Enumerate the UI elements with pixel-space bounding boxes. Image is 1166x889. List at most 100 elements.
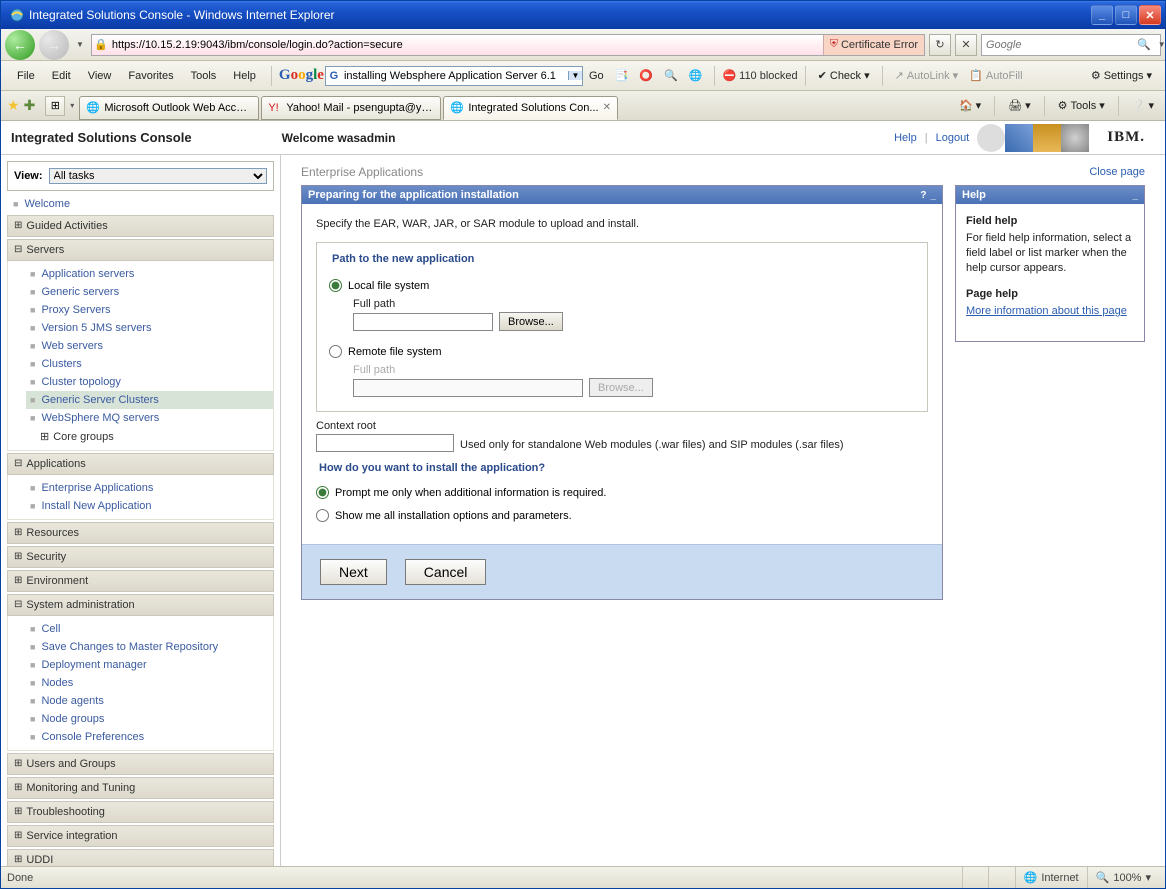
stop-button[interactable]: ✕ bbox=[955, 34, 977, 56]
nav-group-users[interactable]: ⊞Users and Groups bbox=[7, 753, 274, 775]
nav-group-monitoring[interactable]: ⊞Monitoring and Tuning bbox=[7, 777, 274, 799]
tab-console[interactable]: 🌐 Integrated Solutions Con... ✕ bbox=[443, 96, 618, 120]
status-zoom[interactable]: 🔍100% ▾ bbox=[1087, 867, 1159, 888]
local-browse-button[interactable]: Browse... bbox=[499, 312, 563, 331]
menu-help[interactable]: Help bbox=[225, 67, 264, 85]
spellcheck-button[interactable]: ✔ Check ▾ bbox=[813, 66, 875, 85]
panel-minimize-icon[interactable]: _ bbox=[1132, 190, 1138, 201]
nav-group-troubleshooting[interactable]: ⊞Troubleshooting bbox=[7, 801, 274, 823]
menu-view[interactable]: View bbox=[80, 67, 120, 85]
popup-blocker[interactable]: ⛔ 110 blocked bbox=[722, 69, 797, 82]
nav-item-node-agents[interactable]: ■Node agents bbox=[26, 692, 273, 710]
nav-item-clusters[interactable]: ■Clusters bbox=[26, 355, 273, 373]
search-icon[interactable]: 🔍 bbox=[1133, 38, 1155, 51]
logout-link[interactable]: Logout bbox=[936, 132, 970, 144]
status-zone[interactable]: 🌐Internet bbox=[1015, 867, 1087, 888]
toolbar-btn-4[interactable]: 🌐 bbox=[684, 66, 708, 85]
menu-tools[interactable]: Tools bbox=[183, 67, 225, 85]
search-provider-dropdown[interactable]: ▼ bbox=[1155, 40, 1166, 49]
google-toolbar-search[interactable]: G ▼ bbox=[325, 66, 583, 86]
nav-core-groups[interactable]: ⊞Core groups bbox=[26, 427, 273, 446]
next-button[interactable]: Next bbox=[320, 559, 387, 585]
nav-item-generic-clusters[interactable]: ■Generic Server Clusters bbox=[26, 391, 273, 409]
panel-minimize-icon[interactable]: _ bbox=[930, 190, 936, 201]
quick-tabs-dropdown[interactable]: ▾ bbox=[67, 101, 77, 110]
google-g-icon: G bbox=[326, 70, 342, 82]
nav-welcome[interactable]: ■Welcome bbox=[7, 195, 274, 213]
maximize-button[interactable]: □ bbox=[1115, 5, 1137, 25]
nav-item-nodes[interactable]: ■Nodes bbox=[26, 674, 273, 692]
nav-group-resources[interactable]: ⊞Resources bbox=[7, 522, 274, 544]
remote-fs-radio[interactable] bbox=[329, 345, 342, 358]
page-tools-button[interactable]: ⚙ Tools ▾ bbox=[1053, 96, 1110, 115]
refresh-button[interactable]: ↻ bbox=[929, 34, 951, 56]
nav-item-deployment-mgr[interactable]: ■Deployment manager bbox=[26, 656, 273, 674]
print-button[interactable]: 🖨 ▾ bbox=[1003, 96, 1036, 115]
nav-group-uddi[interactable]: ⊞UDDI bbox=[7, 849, 274, 866]
nav-item-cell[interactable]: ■Cell bbox=[26, 620, 273, 638]
google-toolbar-input[interactable] bbox=[342, 70, 568, 82]
certificate-error-badge[interactable]: ⛨ Certificate Error bbox=[823, 35, 924, 55]
nav-item-web-servers[interactable]: ■Web servers bbox=[26, 337, 273, 355]
prompt-radio[interactable] bbox=[316, 486, 329, 499]
nav-item-install-new-app[interactable]: ■Install New Application bbox=[26, 497, 273, 515]
nav-item-v5-jms[interactable]: ■Version 5 JMS servers bbox=[26, 319, 273, 337]
nav-item-cluster-topology[interactable]: ■Cluster topology bbox=[26, 373, 273, 391]
nav-history-dropdown[interactable]: ▼ bbox=[73, 40, 87, 49]
back-button[interactable]: ← bbox=[5, 30, 35, 60]
google-search-dropdown[interactable]: ▼ bbox=[568, 71, 582, 80]
nav-group-applications[interactable]: ⊟Applications bbox=[7, 453, 274, 475]
browser-search-input[interactable] bbox=[982, 39, 1133, 51]
nav-group-guided[interactable]: ⊞Guided Activities bbox=[7, 215, 274, 237]
local-fs-radio[interactable] bbox=[329, 279, 342, 292]
add-favorite-icon[interactable]: ✚ bbox=[24, 97, 36, 114]
close-page-link[interactable]: Close page bbox=[1089, 166, 1145, 178]
address-input[interactable] bbox=[110, 39, 823, 51]
nav-item-proxy-servers[interactable]: ■Proxy Servers bbox=[26, 301, 273, 319]
toolbar-btn-3[interactable]: 🔍 bbox=[659, 66, 683, 85]
tab-yahoo[interactable]: Y! Yahoo! Mail - psengupta@ya... bbox=[261, 96, 441, 120]
tab-close-icon[interactable]: ✕ bbox=[603, 102, 611, 113]
context-root-input[interactable] bbox=[316, 434, 454, 452]
show-all-radio[interactable] bbox=[316, 509, 329, 522]
nav-item-enterprise-apps[interactable]: ■Enterprise Applications bbox=[26, 479, 273, 497]
google-go-button[interactable]: Go bbox=[584, 67, 609, 85]
view-select[interactable]: All tasks bbox=[49, 168, 267, 184]
minimize-button[interactable]: _ bbox=[1091, 5, 1113, 25]
autolink-button[interactable]: ↗ AutoLink ▾ bbox=[890, 66, 964, 85]
favorites-star-icon[interactable]: ★ bbox=[7, 97, 20, 114]
nav-item-save-changes[interactable]: ■Save Changes to Master Repository bbox=[26, 638, 273, 656]
menu-file[interactable]: File bbox=[9, 67, 43, 85]
menu-favorites[interactable]: Favorites bbox=[120, 67, 181, 85]
browser-search-box[interactable]: 🔍 ▼ bbox=[981, 34, 1161, 56]
ie-icon bbox=[9, 7, 25, 23]
toolbar-settings-button[interactable]: ⚙ Settings ▾ bbox=[1086, 66, 1157, 85]
nav-group-servers[interactable]: ⊟Servers bbox=[7, 239, 274, 261]
toolbar-btn-1[interactable]: 📑 bbox=[610, 66, 634, 85]
nav-item-node-groups[interactable]: ■Node groups bbox=[26, 710, 273, 728]
nav-item-console-prefs[interactable]: ■Console Preferences bbox=[26, 728, 273, 746]
nav-item-app-servers[interactable]: ■Application servers bbox=[26, 265, 273, 283]
autofill-button[interactable]: 📋 AutoFill bbox=[964, 66, 1027, 85]
home-button[interactable]: 🏠 ▾ bbox=[954, 96, 986, 115]
tab-outlook[interactable]: 🌐 Microsoft Outlook Web Access bbox=[79, 96, 259, 120]
menu-edit[interactable]: Edit bbox=[44, 67, 79, 85]
forward-button[interactable]: → bbox=[39, 30, 69, 60]
toolbar-btn-2[interactable]: ⭕ bbox=[634, 66, 658, 85]
help-dropdown-button[interactable]: ❔ ▾ bbox=[1127, 96, 1159, 115]
nav-item-mq-servers[interactable]: ■WebSphere MQ servers bbox=[26, 409, 273, 427]
quick-tabs-button[interactable]: ⊞ bbox=[45, 96, 65, 116]
cancel-button[interactable]: Cancel bbox=[405, 559, 487, 585]
close-button[interactable]: ✕ bbox=[1139, 5, 1161, 25]
nav-group-service-int[interactable]: ⊞Service integration bbox=[7, 825, 274, 847]
nav-group-security[interactable]: ⊞Security bbox=[7, 546, 274, 568]
nav-group-environment[interactable]: ⊞Environment bbox=[7, 570, 274, 592]
nav-group-sysadmin[interactable]: ⊟System administration bbox=[7, 594, 274, 616]
panel-help-icon[interactable]: ? bbox=[920, 190, 926, 201]
page-help-link[interactable]: More information about this page bbox=[966, 305, 1127, 317]
help-link[interactable]: Help bbox=[894, 132, 917, 144]
field-help-text: For field help information, select a fie… bbox=[966, 231, 1134, 276]
nav-item-generic-servers[interactable]: ■Generic servers bbox=[26, 283, 273, 301]
address-bar[interactable]: 🔒 ⛨ Certificate Error bbox=[91, 34, 925, 56]
local-path-input[interactable] bbox=[353, 313, 493, 331]
